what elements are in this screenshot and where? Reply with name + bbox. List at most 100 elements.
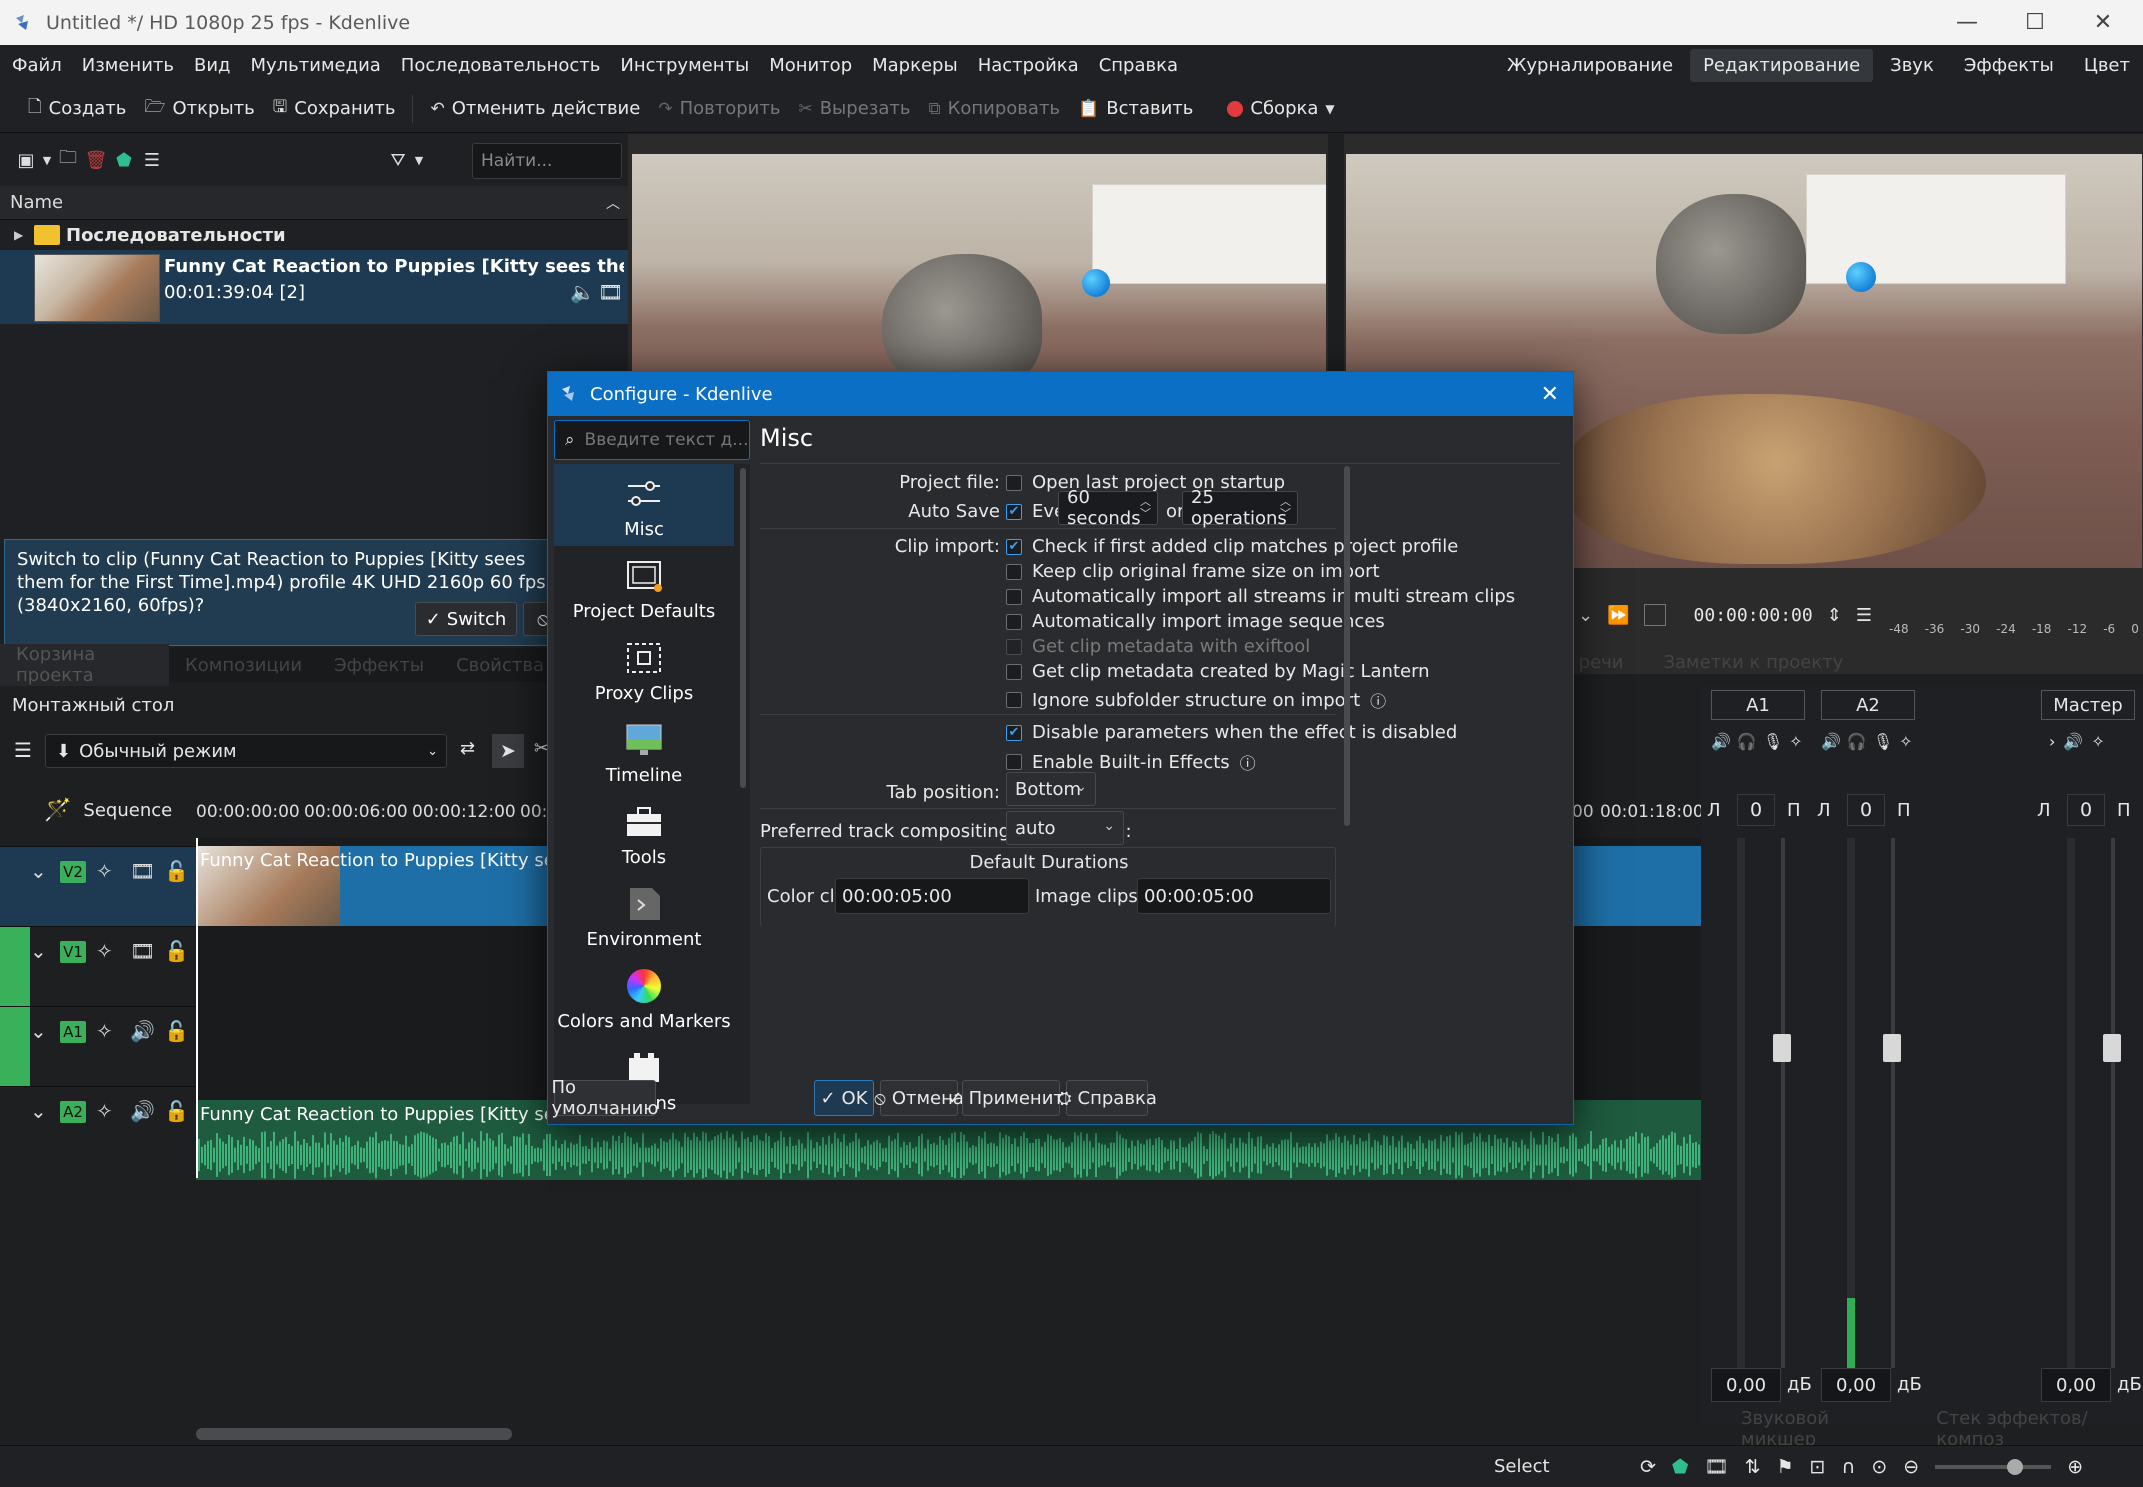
record-mic-icon[interactable]: 🎙 xyxy=(1873,732,1893,751)
monitor-timecode[interactable]: 00:00:00:00 xyxy=(1694,605,1813,626)
menu-markers[interactable]: Маркеры xyxy=(862,55,968,76)
spin-arrows-icon[interactable]: ︿ ﹀ xyxy=(1140,496,1151,520)
category-tools[interactable]: Tools xyxy=(554,792,734,874)
info-icon[interactable]: ⓘ xyxy=(1240,750,1256,774)
chevron-right-icon[interactable]: › xyxy=(2049,732,2055,751)
menu-icon[interactable]: ☰ xyxy=(1856,605,1872,626)
edit-mode-select[interactable]: ⬇ Обычный режим ⌄ xyxy=(45,734,447,768)
add-clip-icon[interactable]: ▣ xyxy=(12,146,40,174)
tab-project-bin[interactable]: Корзина проекта xyxy=(0,644,169,686)
menu-settings[interactable]: Настройка xyxy=(968,55,1089,76)
zoom-in-icon[interactable]: ⊕ xyxy=(2067,1456,2083,1478)
effects-icon[interactable]: ✧ xyxy=(1899,732,1912,751)
copy-button[interactable]: ⧉ Копировать xyxy=(928,98,1060,119)
cut-button[interactable]: ✂ Вырезать xyxy=(798,98,910,119)
lock-icon[interactable]: 🔓 xyxy=(164,1099,189,1123)
collapse-icon[interactable]: ⌄ xyxy=(30,939,47,963)
volume-slider-track[interactable] xyxy=(2111,838,2115,1368)
builtin-effects-checkbox[interactable]: Enable Built-in Effects ⓘ xyxy=(1006,750,1256,774)
check-profile-checkbox[interactable]: ✔ Check if first added clip matches proje… xyxy=(1006,536,1458,557)
track-target-indicator[interactable] xyxy=(0,1007,30,1087)
zoom-slider-handle[interactable] xyxy=(2007,1458,2024,1475)
mute-icon[interactable]: 🔊 xyxy=(2063,732,2083,751)
mute-icon[interactable]: 🔊 xyxy=(1711,732,1731,751)
open-button[interactable]: 🗁 Открыть xyxy=(144,94,254,123)
tab-effects[interactable]: Эффекты xyxy=(318,655,440,676)
bin-search-input[interactable]: Найти... xyxy=(472,143,622,179)
select-tool-icon[interactable]: ➤ xyxy=(492,734,524,768)
autosave-operations-spinbox[interactable]: 25 operations ︿ ﹀ xyxy=(1182,487,1298,529)
volume-slider-track[interactable] xyxy=(1781,838,1785,1368)
volume-slider-handle[interactable] xyxy=(1773,1034,1791,1062)
marker-flag-icon[interactable]: ⚑ xyxy=(1776,1456,1793,1478)
menu-clip[interactable]: Мультимедиа xyxy=(240,55,390,76)
collapse-icon[interactable]: ⌄ xyxy=(30,1099,47,1123)
category-colors-markers[interactable]: Colors and Markers xyxy=(554,956,734,1038)
workspace-logging[interactable]: Журналирование xyxy=(1494,49,1686,82)
magnet-icon[interactable]: ∩ xyxy=(1841,1456,1855,1478)
tab-effect-stack[interactable]: Стек эффектов/композ xyxy=(1936,1408,2143,1450)
effects-icon[interactable]: ✧ xyxy=(1789,732,1802,751)
info-icon[interactable]: ⓘ xyxy=(1370,688,1386,712)
track-header-a1[interactable]: ⌄ A1 ✧ 🔊 🔓 xyxy=(0,1006,196,1087)
menu-view[interactable]: Вид xyxy=(184,55,241,76)
record-mic-icon[interactable]: 🎙 xyxy=(1763,732,1783,751)
magic-wand-icon[interactable]: 🪄 xyxy=(44,798,71,823)
track-header-v2[interactable]: ⌄ V2 ✧ 🎞 🔓 xyxy=(0,846,196,926)
tab-audio-mixer[interactable]: Звуковой микшер xyxy=(1741,1408,1900,1450)
lock-icon[interactable]: 🔓 xyxy=(164,939,189,963)
close-icon[interactable]: ✕ xyxy=(1541,382,1559,407)
undo-button[interactable]: ↶ Отменить действие xyxy=(431,98,641,119)
track-header-v1[interactable]: ⌄ V1 ✧ 🎞 🔓 xyxy=(0,926,196,1007)
menu-tools[interactable]: Инструменты xyxy=(610,55,759,76)
switch-button[interactable]: ✓ Switch xyxy=(415,602,517,636)
volume-value[interactable]: 0,00 xyxy=(2041,1368,2111,1402)
disable-params-checkbox[interactable]: ✔ Disable parameters when the effect is d… xyxy=(1006,722,1457,743)
exiftool-checkbox[interactable]: Get clip metadata with exiftool xyxy=(1006,636,1310,657)
collapse-icon[interactable]: ⌄ xyxy=(30,859,47,883)
effects-icon[interactable]: ✧ xyxy=(2091,732,2104,751)
volume-slider-handle[interactable] xyxy=(2103,1034,2121,1062)
category-timeline[interactable]: Timeline xyxy=(554,710,734,792)
maximize-button[interactable]: ☐ xyxy=(2003,0,2067,45)
import-sequences-checkbox[interactable]: Automatically import image sequences xyxy=(1006,611,1385,632)
playhead[interactable] xyxy=(196,838,198,1178)
workspace-audio[interactable]: Звук xyxy=(1877,49,1947,82)
audio-icon[interactable]: 🔊 xyxy=(130,1019,155,1043)
compositing-select[interactable]: auto ⌄ xyxy=(1006,811,1124,845)
spin-arrows-icon[interactable]: ︿ ﹀ xyxy=(1280,496,1291,520)
effects-icon[interactable]: ✧ xyxy=(96,1099,113,1123)
menu-edit[interactable]: Изменить xyxy=(72,55,184,76)
filter-icon[interactable]: ⛛ xyxy=(384,146,412,174)
collapse-icon[interactable]: ⌄ xyxy=(30,1019,47,1043)
film-icon[interactable]: 🎞 xyxy=(1704,1455,1728,1478)
bin-column-header[interactable]: Name ︿ xyxy=(0,186,628,220)
menu-sequence[interactable]: Последовательность xyxy=(391,55,611,76)
track-header-a2[interactable]: ⌄ A2 ✧ 🔊 🔓 xyxy=(0,1086,196,1166)
workspace-editing[interactable]: Редактирование xyxy=(1690,48,1874,82)
menu-help[interactable]: Справка xyxy=(1089,55,1188,76)
snap-icon[interactable]: ⇄ xyxy=(460,738,475,759)
fit-zoom-icon[interactable] xyxy=(1643,604,1666,626)
help-button[interactable]: ⛭ Справка xyxy=(1057,1080,1157,1116)
effects-icon[interactable]: ✧ xyxy=(96,859,113,883)
category-proxy-clips[interactable]: Proxy Clips xyxy=(554,628,734,710)
import-streams-checkbox[interactable]: Automatically import all streams in mult… xyxy=(1006,586,1515,607)
mute-icon[interactable]: 🔊 xyxy=(1821,732,1841,751)
track-target-indicator[interactable] xyxy=(0,927,30,1007)
ok-button[interactable]: ✓ OK xyxy=(814,1080,874,1116)
delete-icon[interactable]: 🗑 xyxy=(82,146,110,174)
tag-icon[interactable]: ⬟ xyxy=(1672,1456,1689,1478)
redo-button[interactable]: ↷ Повторить xyxy=(658,98,780,119)
chevron-down-icon[interactable]: ▼ xyxy=(412,146,426,174)
tab-properties[interactable]: Свойства xyxy=(440,655,560,676)
lock-icon[interactable]: 🔓 xyxy=(164,859,189,883)
menu-icon[interactable]: ☰ xyxy=(14,738,32,762)
spin-arrows-icon[interactable]: ⇕ xyxy=(1827,605,1842,626)
magic-lantern-checkbox[interactable]: Get clip metadata created by Magic Lante… xyxy=(1006,661,1430,682)
dialog-search-input[interactable]: ⌕ Введите текст д... xyxy=(554,420,750,460)
keep-frame-size-checkbox[interactable]: Keep clip original frame size on import xyxy=(1006,561,1380,582)
tab-compositions[interactable]: Композиции xyxy=(169,655,318,676)
category-scrollbar[interactable] xyxy=(740,468,746,788)
effects-icon[interactable]: ✧ xyxy=(96,939,113,963)
